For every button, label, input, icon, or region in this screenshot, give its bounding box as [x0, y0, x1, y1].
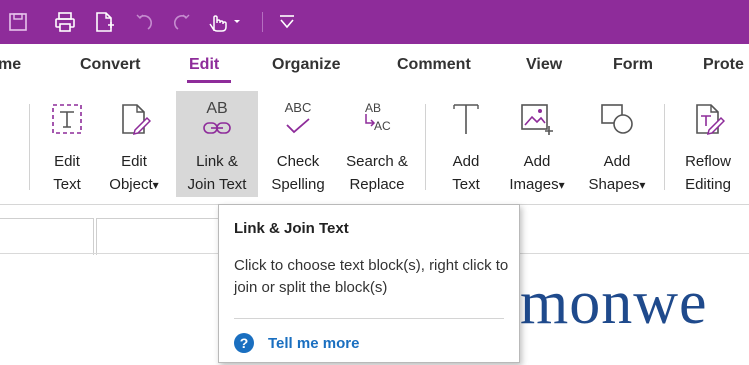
add-images-button[interactable]: Add Images▾	[500, 91, 574, 197]
search-replace-label-1: Search &	[346, 153, 408, 170]
print-icon[interactable]	[52, 10, 78, 34]
document-tab[interactable]	[96, 218, 224, 255]
edit-text-label-2: Text	[53, 176, 81, 193]
edit-object-label-2: Object	[109, 176, 153, 193]
dropdown-arrow-icon: ▾	[558, 178, 565, 192]
add-shapes-icon	[579, 97, 655, 141]
check-spelling-button[interactable]: ABC Check Spelling	[264, 91, 332, 197]
link-join-text-button[interactable]: AB Link & Join Text	[176, 91, 258, 197]
reflow-editing-icon	[672, 97, 744, 141]
dropdown-arrow-icon: ▾	[152, 178, 159, 192]
reflow-editing-label-1: Reflow	[685, 153, 731, 170]
add-text-label-1: Add	[452, 153, 480, 170]
link-join-label-1: Link &	[196, 153, 238, 170]
add-images-icon	[500, 97, 574, 141]
check-spelling-icon: ABC	[264, 97, 332, 141]
undo-icon[interactable]	[132, 10, 156, 34]
tab-comment[interactable]: Comment	[397, 56, 471, 74]
tooltip-divider	[234, 318, 504, 319]
add-text-icon	[436, 97, 496, 141]
tab-convert[interactable]: Convert	[80, 56, 140, 74]
check-spelling-icon-letters: ABC	[284, 100, 312, 115]
redo-icon[interactable]	[170, 10, 194, 34]
search-replace-label-2: Replace	[349, 176, 405, 193]
ribbon-edit: Edit Text Edit Object▾ AB Link & Join Text …	[0, 86, 749, 205]
link-join-text-icon: AB	[176, 97, 258, 141]
edit-object-button[interactable]: Edit Object▾	[98, 91, 170, 197]
document-text[interactable]: monwe	[520, 268, 708, 339]
tab-home[interactable]: me	[0, 56, 21, 74]
check-spelling-label-1: Check	[276, 153, 320, 170]
check-spelling-label-2: Spelling	[271, 176, 325, 193]
dropdown-arrow-icon: ▾	[639, 178, 646, 192]
ribbon-tabs: me Convert Edit Organize Comment View Fo…	[0, 44, 749, 86]
search-replace-button[interactable]: AB AC Search & Replace	[336, 91, 418, 197]
add-shapes-label-1: Add	[603, 153, 631, 170]
ribbon-divider	[425, 104, 426, 190]
save-icon[interactable]	[6, 10, 30, 34]
reflow-editing-label-2: Editing	[685, 176, 731, 193]
tab-organize[interactable]: Organize	[272, 56, 340, 74]
tell-me-more-label: Tell me more	[268, 334, 360, 352]
tooltip-title: Link & Join Text	[234, 220, 349, 237]
edit-object-label-1: Edit	[121, 153, 147, 170]
tooltip-description: Click to choose text block(s), right cli…	[234, 257, 509, 296]
title-bar	[0, 0, 749, 44]
document-tab[interactable]	[0, 218, 94, 255]
edit-text-button[interactable]: Edit Text	[42, 91, 92, 197]
add-shapes-label-2: Shapes	[588, 176, 640, 193]
link-join-icon-letters: AB	[206, 100, 228, 117]
ribbon-divider	[29, 104, 30, 190]
reflow-editing-button[interactable]: Reflow Editing	[672, 91, 744, 197]
edit-object-icon	[98, 97, 170, 141]
toolbar-divider	[262, 12, 263, 32]
add-images-label-2: Images	[509, 176, 559, 193]
tab-view[interactable]: View	[526, 56, 562, 74]
hand-tool-icon[interactable]	[206, 10, 246, 34]
edit-text-label-1: Edit	[54, 153, 80, 170]
ribbon-divider	[664, 104, 665, 190]
tab-form[interactable]: Form	[613, 56, 653, 74]
tab-edit[interactable]: Edit	[189, 56, 219, 74]
add-images-label-1: Add	[523, 153, 551, 170]
active-tab-indicator	[187, 80, 231, 83]
search-replace-icon: AB AC	[336, 97, 418, 141]
tell-me-more-link[interactable]: ? Tell me more	[234, 333, 359, 353]
tooltip-link-join-text: Link & Join Text Click to choose text bl…	[218, 204, 520, 363]
link-join-label-2: Join Text	[187, 176, 247, 193]
new-document-icon[interactable]	[92, 10, 118, 34]
add-text-button[interactable]: Add Text	[436, 91, 496, 197]
add-text-label-2: Text	[452, 176, 480, 193]
tab-protect[interactable]: Prote	[703, 56, 744, 74]
edit-text-icon	[42, 97, 92, 141]
help-icon: ?	[234, 333, 254, 353]
customize-toolbar-icon[interactable]	[274, 10, 300, 34]
add-shapes-button[interactable]: Add Shapes▾	[579, 91, 655, 197]
